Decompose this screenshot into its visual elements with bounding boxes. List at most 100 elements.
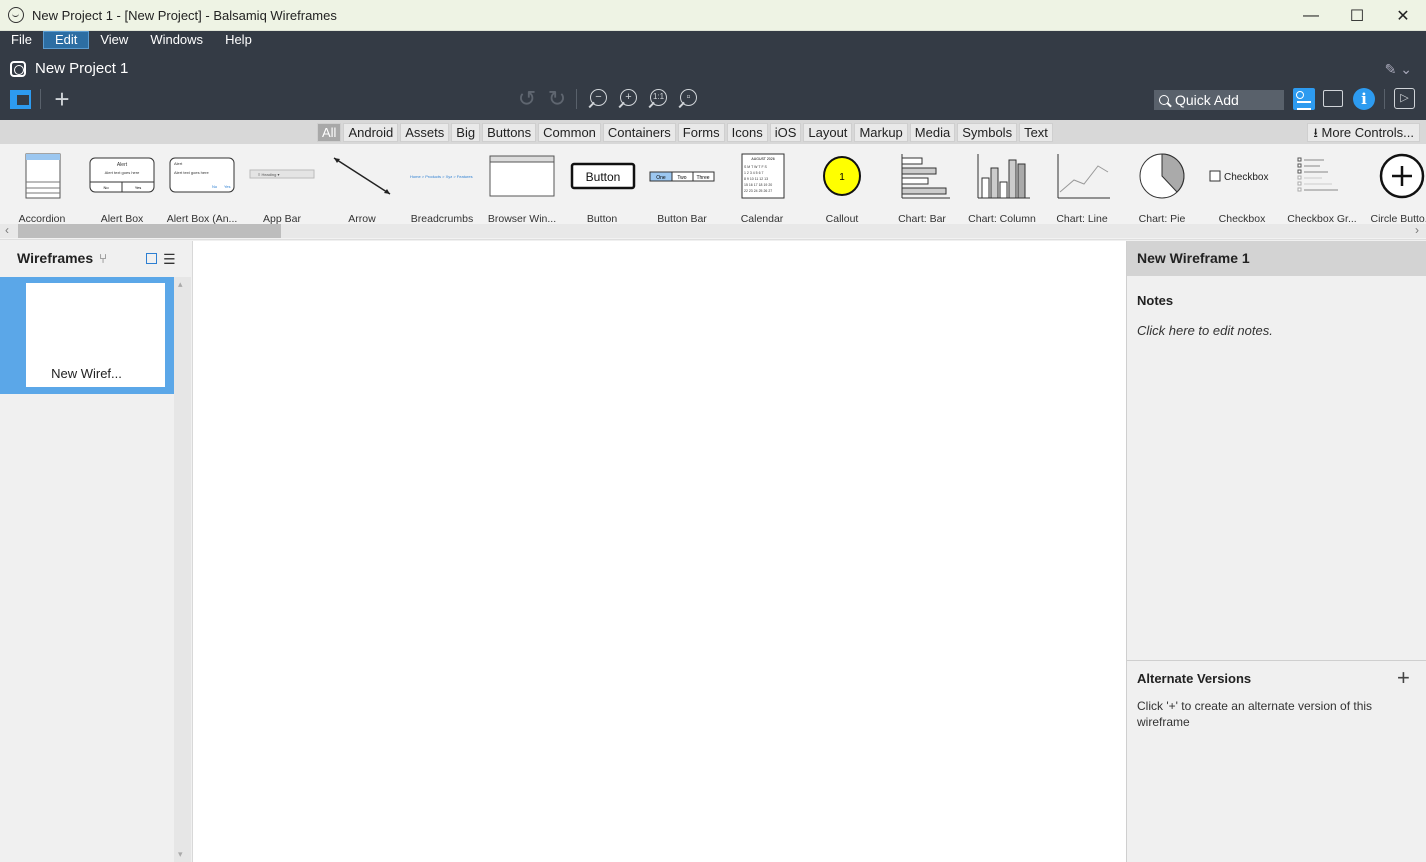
quick-add-input[interactable]: Quick Add (1154, 90, 1284, 110)
maximize-button[interactable]: ☐ (1334, 0, 1380, 31)
component-button-bar[interactable]: One Two Three Button Bar (642, 150, 722, 226)
wireframes-header: Wireframes ⑂ (17, 250, 107, 266)
more-controls-button[interactable]: ⭳ More Controls... (1307, 123, 1420, 142)
undo-icon[interactable]: ↺ (515, 87, 539, 111)
component-arrow[interactable]: Arrow (322, 150, 402, 226)
wireframe-name[interactable]: New Wireframe 1 (1127, 241, 1426, 276)
toolbar-separator (1384, 89, 1385, 109)
zoom-in-icon[interactable]: + (617, 87, 641, 111)
scroll-right-icon[interactable]: › (1415, 223, 1419, 237)
comments-icon[interactable] (1323, 90, 1343, 107)
project-info-icon[interactable] (1293, 88, 1315, 110)
close-button[interactable]: ✕ (1380, 0, 1426, 31)
component-thumbnail: Alert Alert text goes here No Yes (168, 152, 236, 200)
component-callout[interactable]: 1 Callout (802, 150, 882, 226)
component-thumbnail: 1 (808, 152, 876, 200)
component-thumbnail (1048, 152, 1116, 200)
wireframe-list-item[interactable]: New Wiref... (0, 277, 174, 394)
svg-text:Three: Three (696, 175, 709, 181)
component-app-bar[interactable]: ≡ Heading ▾ App Bar (242, 150, 322, 226)
category-tab-symbols[interactable]: Symbols (957, 123, 1018, 142)
component-chart-pie[interactable]: Chart: Pie (1122, 150, 1202, 226)
category-tab-icons[interactable]: Icons (726, 123, 768, 142)
svg-text:AUGUST 2026: AUGUST 2026 (751, 157, 774, 161)
app-header: File Edit View Windows Help New Project … (0, 31, 1426, 120)
wireframe-item-name: New Wiref... (51, 366, 122, 381)
svg-text:Alert text goes here: Alert text goes here (105, 170, 140, 175)
category-tab-android[interactable]: Android (343, 123, 399, 142)
component-calendar[interactable]: AUGUST 2026 S M T W T F S 1 2 3 4 5 6 7 8 9… (722, 150, 802, 226)
menu-file[interactable]: File (0, 31, 43, 49)
component-thumbnail (888, 152, 956, 200)
wireframes-scrollbar[interactable]: ▴ ▾ (174, 277, 191, 862)
add-wireframe-icon[interactable]: + (50, 86, 74, 112)
component-thumbnail: AUGUST 2026 S M T W T F S 1 2 3 4 5 6 7 8 9… (728, 152, 796, 200)
category-tab-big[interactable]: Big (451, 123, 481, 142)
category-tabs: All Android Assets Big Buttons Common Containe… (317, 123, 1055, 142)
component-circle-butto[interactable]: Circle Butto... (1362, 150, 1426, 226)
svg-text:Alert: Alert (117, 162, 128, 168)
project-icon (10, 60, 26, 77)
component-thumbnail: Checkbox (1208, 152, 1276, 200)
category-tab-common[interactable]: Common (538, 123, 601, 142)
wireframe-canvas[interactable] (192, 241, 1126, 862)
component-button[interactable]: Button Button (562, 150, 642, 226)
category-tab-containers[interactable]: Containers (602, 123, 676, 142)
redo-icon[interactable]: ↻ (545, 87, 569, 111)
info-icon[interactable]: i (1353, 88, 1375, 110)
add-alternate-button[interactable]: + (1397, 667, 1410, 689)
menu-windows[interactable]: Windows (139, 31, 214, 49)
svg-text:1 2 3 4 5 6 7: 1 2 3 4 5 6 7 (744, 171, 764, 175)
project-name[interactable]: New Project 1 (35, 60, 128, 77)
alternate-versions-help: Click '+' to create an alternate version… (1137, 699, 1373, 729)
category-tab-all[interactable]: All (317, 123, 342, 142)
presentation-mode-icon[interactable]: ▷ (1394, 88, 1415, 109)
menu-edit[interactable]: Edit (42, 31, 90, 49)
category-tab-ios[interactable]: iOS (769, 123, 802, 142)
category-tab-text[interactable]: Text (1019, 123, 1053, 142)
zoom-out-icon[interactable]: − (587, 87, 611, 111)
main-toolbar: + ↺ ↻ − + 1:1 ▫ Quick Add i ▷ (0, 85, 1426, 115)
category-tab-assets[interactable]: Assets (400, 123, 450, 142)
svg-text:One: One (656, 175, 666, 181)
category-tab-buttons[interactable]: Buttons (482, 123, 537, 142)
library-scrollbar[interactable]: ‹ › (0, 223, 1426, 238)
list-view-icon[interactable]: ☰ (163, 251, 176, 268)
edit-project-icon[interactable]: ✎ ⌄ (1385, 61, 1412, 78)
scroll-left-icon[interactable]: ‹ (5, 223, 9, 237)
zoom-fit-icon[interactable]: ▫ (677, 87, 701, 111)
thumbnail-view-icon[interactable] (146, 253, 157, 264)
component-accordion[interactable]: Accordion (2, 150, 82, 226)
component-chart-bar[interactable]: Chart: Bar (882, 150, 962, 226)
notes-field[interactable]: Click here to edit notes. (1137, 323, 1273, 338)
component-browser-win[interactable]: Browser Win... (482, 150, 562, 226)
component-breadcrumbs[interactable]: Home > Products > Xyz > Features Breadcru… (402, 150, 482, 226)
component-chart-line[interactable]: Chart: Line (1042, 150, 1122, 226)
menu-help[interactable]: Help (214, 31, 263, 49)
component-thumbnail (1368, 152, 1426, 200)
svg-text:≡ Heading ▾: ≡ Heading ▾ (258, 172, 279, 177)
window-title: New Project 1 - [New Project] - Balsamiq… (32, 7, 337, 23)
svg-text:No: No (103, 185, 109, 190)
component-alert-box[interactable]: Alert Alert text goes here No Yes Alert Box (82, 150, 162, 226)
category-bar: All Android Assets Big Buttons Common Containe… (0, 120, 1426, 144)
category-tab-layout[interactable]: Layout (803, 123, 853, 142)
scroll-down-icon[interactable]: ▾ (178, 849, 183, 860)
more-controls-label: More Controls... (1321, 125, 1414, 140)
component-alert-box-an[interactable]: Alert Alert text goes here No Yes Alert Box … (162, 150, 242, 226)
library-scroll-thumb[interactable] (18, 224, 281, 238)
category-tab-forms[interactable]: Forms (677, 123, 725, 142)
menu-view[interactable]: View (89, 31, 139, 49)
minimize-button[interactable]: — (1288, 0, 1334, 31)
branch-icon[interactable]: ⑂ (99, 251, 107, 266)
category-tab-media[interactable]: Media (909, 123, 956, 142)
category-tab-markup[interactable]: Markup (854, 123, 908, 142)
svg-text:Two: Two (677, 175, 686, 181)
component-chart-column[interactable]: Chart: Column (962, 150, 1042, 226)
component-checkbox-gr[interactable]: Checkbox Gr... (1282, 150, 1362, 226)
scroll-up-icon[interactable]: ▴ (178, 279, 183, 290)
toggle-ui-icon[interactable] (10, 90, 31, 109)
component-thumbnail (1288, 152, 1356, 200)
component-checkbox[interactable]: Checkbox Checkbox (1202, 150, 1282, 226)
zoom-actual-icon[interactable]: 1:1 (647, 87, 671, 111)
